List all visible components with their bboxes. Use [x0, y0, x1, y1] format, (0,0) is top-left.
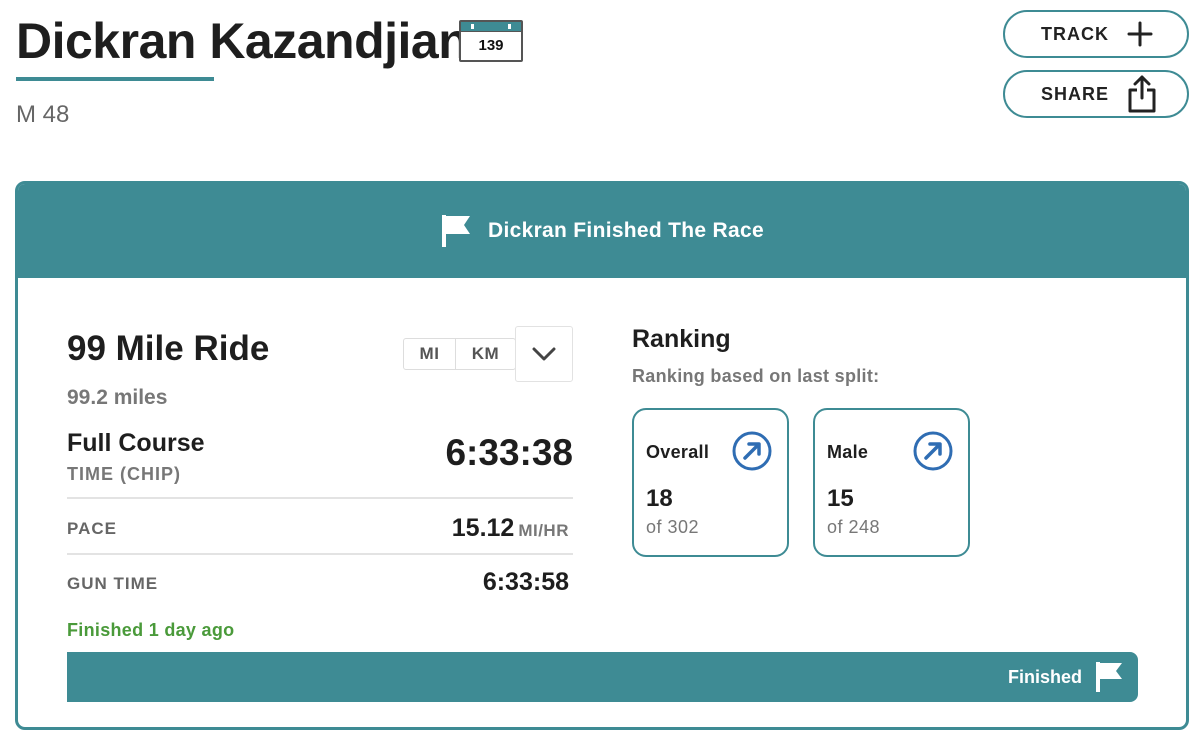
- chip-time-value: 6:33:38: [445, 432, 573, 473]
- athlete-meta: M 48: [16, 101, 70, 128]
- unit-toggle: MI KM: [403, 338, 516, 370]
- rank-place: 18: [646, 485, 673, 512]
- race-title: 99 Mile Ride: [67, 329, 270, 368]
- chevron-down-icon: [532, 347, 556, 361]
- name-underline: [16, 77, 214, 81]
- gun-time-label: GUN TIME: [67, 574, 159, 593]
- pace-number: 15.12: [451, 514, 515, 542]
- bib-number: 139: [478, 37, 504, 54]
- status-banner-text: Dickran Finished The Race: [488, 219, 764, 242]
- track-label: TRACK: [1041, 23, 1109, 44]
- flag-icon: [442, 215, 471, 247]
- share-button[interactable]: SHARE: [1003, 70, 1189, 118]
- rank-total: of 248: [827, 517, 881, 537]
- rank-label: Male: [827, 442, 869, 462]
- arrow-up-right-circle-icon: [913, 431, 953, 471]
- unit-km-button[interactable]: KM: [455, 339, 515, 369]
- race-dropdown-button[interactable]: [515, 326, 573, 382]
- status-banner: Dickran Finished The Race: [18, 184, 1186, 278]
- pace-label: PACE: [67, 519, 117, 538]
- bib-icon: 139: [459, 20, 523, 62]
- finished-ago-text: Finished 1 day ago: [67, 620, 235, 640]
- rank-label: Overall: [646, 442, 710, 462]
- pace-value: 15.12 MI/HR: [452, 514, 569, 543]
- progress-label: Finished: [1007, 666, 1082, 687]
- ranking-subtitle: Ranking based on last split:: [632, 366, 880, 386]
- race-distance: 99.2 miles: [67, 386, 168, 409]
- rank-place: 15: [827, 485, 854, 512]
- divider: [67, 553, 573, 555]
- ranking-title: Ranking: [632, 325, 731, 353]
- arrow-up-right-circle-icon: [732, 431, 772, 471]
- result-card: Dickran Finished The Race 99 Mile Ride 9…: [15, 181, 1189, 730]
- bib-top-bar: [461, 22, 521, 32]
- chip-time-label: TIME (CHIP): [67, 464, 181, 484]
- gun-time-value: 6:33:58: [482, 568, 569, 596]
- share-label: SHARE: [1041, 83, 1110, 104]
- share-icon: [1128, 75, 1156, 113]
- rank-overall-box[interactable]: Overall 18 of 302: [632, 408, 789, 557]
- rank-gender-box[interactable]: Male 15 of 248: [813, 408, 970, 557]
- pace-unit: MI/HR: [518, 521, 569, 540]
- course-name: Full Course: [67, 429, 205, 457]
- flag-icon: [1096, 662, 1122, 692]
- unit-mi-button[interactable]: MI: [404, 339, 455, 369]
- athlete-name: Dickran Kazandjian: [16, 13, 469, 69]
- plus-icon: [1127, 21, 1153, 47]
- rank-total: of 302: [646, 517, 700, 537]
- track-button[interactable]: TRACK: [1003, 10, 1189, 58]
- divider: [67, 497, 573, 499]
- progress-bar: Finished: [67, 652, 1138, 702]
